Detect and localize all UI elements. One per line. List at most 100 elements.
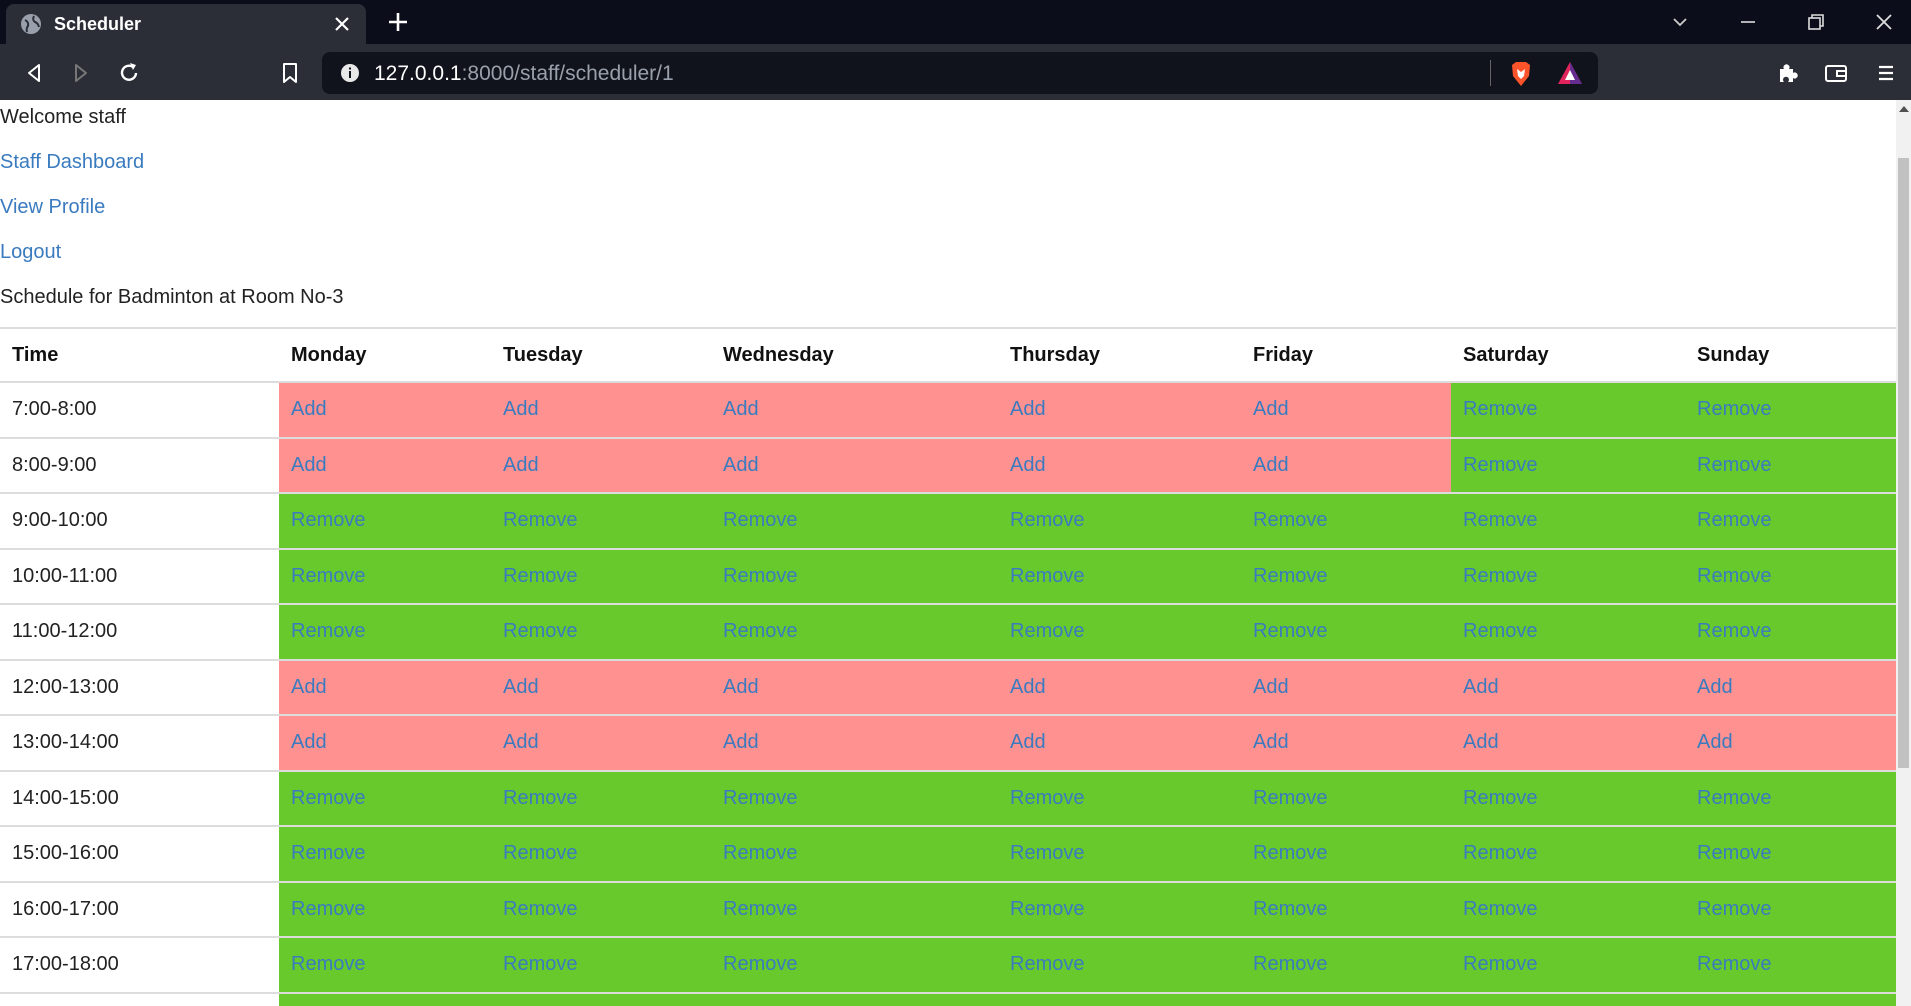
remove-slot-link[interactable]: Remove	[1463, 620, 1537, 642]
remove-slot-link[interactable]: Remove	[723, 787, 797, 809]
remove-slot-link[interactable]: Remove	[503, 898, 577, 920]
remove-slot-link[interactable]: Remove	[1253, 953, 1327, 975]
remove-slot-link[interactable]: Remove	[503, 620, 577, 642]
view-profile-link[interactable]: View Profile	[0, 196, 105, 218]
remove-slot-link[interactable]: Remove	[1697, 398, 1771, 420]
staff-dashboard-link[interactable]: Staff Dashboard	[0, 151, 144, 173]
remove-slot-link[interactable]: Remove	[503, 842, 577, 864]
remove-slot-link[interactable]: Remove	[1463, 787, 1537, 809]
add-slot-link[interactable]: Add	[723, 731, 759, 753]
logout-link[interactable]: Logout	[0, 241, 61, 263]
add-slot-link[interactable]: Add	[723, 676, 759, 698]
add-slot-link[interactable]: Add	[1253, 398, 1289, 420]
remove-slot-link[interactable]: Remove	[1697, 620, 1771, 642]
remove-slot-link[interactable]: Remove	[1463, 842, 1537, 864]
remove-slot-link[interactable]: Remove	[1010, 953, 1084, 975]
add-slot-link[interactable]: Add	[503, 398, 539, 420]
remove-slot-link[interactable]: Remove	[1010, 509, 1084, 531]
remove-slot-link[interactable]: Remove	[291, 787, 365, 809]
close-window-icon[interactable]	[1870, 8, 1898, 36]
add-slot-link[interactable]: Add	[1253, 731, 1289, 753]
remove-slot-link[interactable]: Remove	[1697, 454, 1771, 476]
remove-slot-link[interactable]: Remove	[291, 565, 365, 587]
new-tab-icon[interactable]	[384, 8, 412, 36]
remove-slot-link[interactable]: Remove	[1463, 565, 1537, 587]
add-slot-link[interactable]: Add	[503, 731, 539, 753]
remove-slot-link[interactable]: Remove	[723, 898, 797, 920]
remove-slot-link[interactable]: Remove	[1463, 454, 1537, 476]
remove-slot-link[interactable]: Remove	[291, 842, 365, 864]
remove-slot-link[interactable]: Remove	[291, 620, 365, 642]
remove-slot-link[interactable]: Remove	[1697, 953, 1771, 975]
remove-slot-link[interactable]: Remove	[1463, 509, 1537, 531]
remove-slot-link[interactable]: Remove	[1010, 898, 1084, 920]
add-slot-link[interactable]: Add	[1463, 731, 1499, 753]
remove-slot-link[interactable]: Remove	[291, 953, 365, 975]
bookmark-icon[interactable]	[276, 59, 304, 87]
brave-shields-icon[interactable]	[1508, 60, 1534, 88]
add-slot-link[interactable]: Add	[1010, 731, 1046, 753]
add-slot-link[interactable]: Add	[291, 454, 327, 476]
add-slot-link[interactable]: Add	[1697, 676, 1733, 698]
remove-slot-link[interactable]: Remove	[1253, 898, 1327, 920]
menu-icon[interactable]	[1872, 59, 1900, 87]
scroll-up-arrow-icon[interactable]	[1899, 106, 1909, 112]
add-slot-link[interactable]: Add	[1253, 676, 1289, 698]
add-slot-link[interactable]: Add	[1697, 731, 1733, 753]
scrollbar-thumb[interactable]	[1898, 158, 1909, 768]
remove-slot-link[interactable]: Remove	[503, 565, 577, 587]
remove-slot-link[interactable]: Remove	[1697, 509, 1771, 531]
add-slot-link[interactable]: Add	[1463, 676, 1499, 698]
brave-rewards-icon[interactable]	[1556, 60, 1584, 86]
remove-slot-link[interactable]: Remove	[1463, 398, 1537, 420]
remove-slot-link[interactable]: Remove	[503, 509, 577, 531]
remove-slot-link[interactable]: Remove	[723, 953, 797, 975]
remove-slot-link[interactable]: Remove	[723, 620, 797, 642]
remove-slot-link[interactable]: Remove	[723, 565, 797, 587]
add-slot-link[interactable]: Add	[503, 454, 539, 476]
remove-slot-link[interactable]: Remove	[1697, 565, 1771, 587]
remove-slot-link[interactable]: Remove	[291, 509, 365, 531]
remove-slot-link[interactable]: Remove	[723, 509, 797, 531]
remove-slot-link[interactable]: Remove	[1253, 620, 1327, 642]
remove-slot-link[interactable]: Remove	[503, 787, 577, 809]
remove-slot-link[interactable]: Remove	[1697, 787, 1771, 809]
add-slot-link[interactable]: Add	[1010, 454, 1046, 476]
add-slot-link[interactable]: Add	[503, 676, 539, 698]
reload-icon[interactable]	[115, 59, 143, 87]
back-icon[interactable]	[20, 59, 48, 87]
url-text[interactable]: 127.0.0.1:8000/staff/scheduler/1	[374, 62, 674, 86]
close-tab-icon[interactable]	[330, 12, 354, 36]
remove-slot-link[interactable]: Remove	[1010, 565, 1084, 587]
browser-tab[interactable]: Scheduler	[6, 4, 366, 44]
add-slot-link[interactable]: Add	[723, 398, 759, 420]
tab-search-chevron-icon[interactable]	[1666, 8, 1694, 36]
remove-slot-link[interactable]: Remove	[1253, 565, 1327, 587]
add-slot-link[interactable]: Add	[291, 676, 327, 698]
remove-slot-link[interactable]: Remove	[291, 898, 365, 920]
remove-slot-link[interactable]: Remove	[1253, 509, 1327, 531]
vertical-scrollbar[interactable]	[1896, 100, 1911, 1006]
wallet-icon[interactable]	[1822, 59, 1850, 87]
forward-icon[interactable]	[67, 59, 95, 87]
add-slot-link[interactable]: Add	[1010, 398, 1046, 420]
minimize-icon[interactable]	[1734, 8, 1762, 36]
address-bar[interactable]: 127.0.0.1:8000/staff/scheduler/1	[322, 52, 1598, 94]
extensions-icon[interactable]	[1774, 59, 1802, 87]
add-slot-link[interactable]: Add	[1253, 454, 1289, 476]
add-slot-link[interactable]: Add	[723, 454, 759, 476]
restore-icon[interactable]	[1802, 8, 1830, 36]
remove-slot-link[interactable]: Remove	[723, 842, 797, 864]
remove-slot-link[interactable]: Remove	[1010, 620, 1084, 642]
remove-slot-link[interactable]: Remove	[1463, 953, 1537, 975]
remove-slot-link[interactable]: Remove	[1253, 787, 1327, 809]
remove-slot-link[interactable]: Remove	[1697, 898, 1771, 920]
remove-slot-link[interactable]: Remove	[1010, 842, 1084, 864]
remove-slot-link[interactable]: Remove	[1010, 787, 1084, 809]
remove-slot-link[interactable]: Remove	[503, 953, 577, 975]
site-info-icon[interactable]	[340, 63, 360, 83]
remove-slot-link[interactable]: Remove	[1463, 898, 1537, 920]
remove-slot-link[interactable]: Remove	[1697, 842, 1771, 864]
remove-slot-link[interactable]: Remove	[1253, 842, 1327, 864]
add-slot-link[interactable]: Add	[291, 731, 327, 753]
